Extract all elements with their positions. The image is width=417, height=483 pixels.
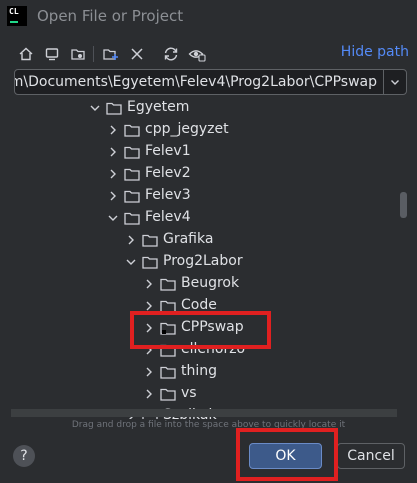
tree-row[interactable]: Felev1 — [11, 141, 409, 163]
folder-icon — [160, 388, 176, 401]
chevron-down-icon — [391, 80, 399, 85]
horizontal-scrollbar[interactable] — [11, 409, 397, 417]
tree-row[interactable]: Felev4 — [11, 207, 409, 229]
tree-item-label: Felev2 — [145, 165, 191, 181]
folder-icon — [160, 366, 176, 379]
folder-icon — [124, 212, 140, 225]
home-icon[interactable] — [15, 43, 37, 65]
tree-item-label: vs — [181, 385, 197, 401]
chevron-down-icon[interactable] — [124, 255, 138, 269]
tree-row[interactable]: Grafika — [11, 229, 409, 251]
folder-icon — [160, 278, 176, 291]
tree-item-label: Felev1 — [145, 143, 191, 159]
tree-row[interactable]: Felev3 — [11, 185, 409, 207]
chevron-right-icon[interactable] — [142, 365, 156, 379]
desktop-icon[interactable] — [41, 43, 63, 65]
folder-icon — [124, 124, 140, 137]
drag-drop-hint: Drag and drop a file into the space abov… — [71, 420, 346, 430]
cancel-button[interactable]: Cancel — [337, 443, 405, 469]
ok-button-highlight — [236, 428, 338, 481]
vertical-scrollbar-thumb[interactable] — [400, 192, 407, 218]
show-hidden-icon[interactable] — [186, 43, 208, 65]
tree-item-label: thing — [181, 363, 218, 379]
folder-icon — [142, 256, 158, 269]
selected-item-highlight — [130, 311, 271, 349]
chevron-right-icon[interactable] — [106, 167, 120, 181]
delete-icon[interactable] — [126, 43, 148, 65]
file-tree[interactable]: Egyetem cpp_jegyzet Felev1 Felev2 Felev3 Fele… — [11, 97, 409, 419]
folder-icon — [106, 102, 122, 115]
tree-item-label: Felev3 — [145, 187, 191, 203]
path-input[interactable]: em\Documents\Egyetem\Felev4\Prog2Labor\C… — [14, 69, 384, 95]
tree-item-label: Prog2Labor — [163, 253, 243, 269]
hide-path-link[interactable]: Hide path — [341, 44, 409, 60]
help-button[interactable]: ? — [13, 445, 35, 467]
tree-row[interactable]: Felev2 — [11, 163, 409, 185]
toolbar-separator — [93, 46, 94, 62]
project-folder-icon[interactable] — [67, 43, 89, 65]
tree-row[interactable]: vs — [11, 383, 409, 405]
chevron-right-icon[interactable] — [106, 123, 120, 137]
chevron-down-icon[interactable] — [106, 211, 120, 225]
refresh-icon[interactable] — [160, 43, 182, 65]
tree-item-label: Egyetem — [127, 99, 190, 115]
clion-app-icon: CL — [7, 6, 27, 26]
chevron-down-icon[interactable] — [88, 101, 102, 115]
path-value: em\Documents\Egyetem\Felev4\Prog2Labor\C… — [14, 74, 377, 90]
path-row: em\Documents\Egyetem\Felev4\Prog2Labor\C… — [14, 69, 407, 97]
tree-item-label: Felev4 — [145, 209, 191, 225]
tree-row[interactable]: Prog2Labor — [11, 251, 409, 273]
tree-item-label: cpp_jegyzet — [145, 121, 229, 137]
new-folder-icon[interactable] — [100, 43, 122, 65]
tree-row[interactable]: thing — [11, 361, 409, 383]
chevron-right-icon[interactable] — [106, 145, 120, 159]
tree-item-label: Grafika — [163, 231, 214, 247]
app-icon-text: CL — [9, 7, 19, 16]
chevron-right-icon[interactable] — [124, 233, 138, 247]
folder-icon — [142, 234, 158, 247]
tree-row[interactable]: Egyetem — [11, 97, 409, 119]
tree-item-label: Beugrok — [181, 275, 240, 291]
chevron-right-icon[interactable] — [106, 189, 120, 203]
folder-icon — [124, 146, 140, 159]
path-history-dropdown[interactable] — [383, 69, 407, 95]
title-bar: CL Open File or Project — [0, 0, 417, 32]
window-title: Open File or Project — [37, 7, 184, 25]
toolbar: Hide path — [0, 40, 417, 68]
tree-row[interactable]: cpp_jegyzet — [11, 119, 409, 141]
chevron-right-icon[interactable] — [142, 277, 156, 291]
folder-icon — [124, 190, 140, 203]
folder-icon — [124, 168, 140, 181]
chevron-right-icon[interactable] — [142, 387, 156, 401]
tree-row[interactable]: Beugrok — [11, 273, 409, 295]
